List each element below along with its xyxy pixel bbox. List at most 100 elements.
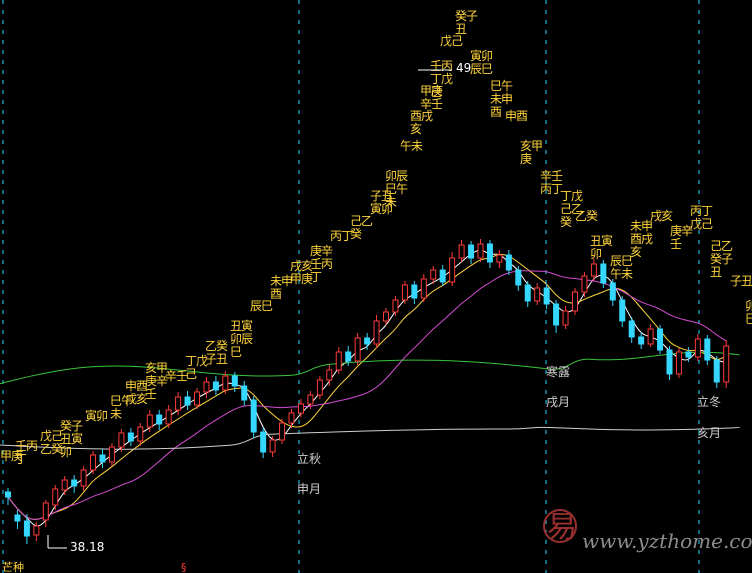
candle-body [231,375,238,387]
candle-body [23,520,30,537]
ganzhi-label: 丁 [310,270,322,284]
candle-body [581,275,588,293]
ganzhi-label: 卯 [481,49,493,63]
candle-body [127,432,134,442]
ganzhi-label: 卯 [590,247,602,261]
candle-body [638,336,645,345]
candle-body [704,338,711,361]
ganzhi-label: 甲 [531,139,543,153]
candle-body [108,446,115,463]
candle-body [90,454,97,471]
candle-body [609,282,616,301]
ganzhi-label: 丙 [321,257,333,271]
candle-body [675,351,682,375]
candle-body [33,525,40,536]
ganzhi-label: 巳 [745,312,752,326]
ganzhi-label: 壬 [551,169,563,183]
candle-body [42,502,49,521]
candle-body [99,454,106,463]
candle-body [543,287,550,305]
candle-body [241,385,248,401]
candle-body [477,243,484,259]
ganzhi-label: 丑 [216,352,228,366]
candle-body [713,359,720,383]
candle-body [534,287,541,302]
ganzhi-label: 癸 [216,339,228,353]
candle-body [345,351,352,362]
candle-body [80,469,87,487]
candle-body [222,375,229,391]
high-price-label: 49 [456,61,471,75]
ganzhi-label: 卯 [96,409,108,423]
candle-body [279,422,286,441]
ganzhi-label: 申 [501,92,513,106]
ganzhi-label: 寅 [71,431,83,446]
solar-term-label: 寒露 [546,364,570,379]
watermark-logo-text: 易 [547,510,577,545]
candle-body [194,391,200,406]
ganzhi-label: 寅 [241,318,253,333]
candle-body [468,244,475,259]
candle-body [184,396,191,406]
candle-body [590,263,597,277]
ganzhi-label: 亥 [410,122,422,136]
ganzhi-label: 戊 [571,189,583,203]
candle-body [628,320,635,338]
ganzhi-label: 子 [721,252,733,266]
ganzhi-label: 癸 [586,209,598,223]
candle-body [354,337,361,362]
candle-body [71,479,78,487]
candle-body [52,488,59,506]
ganzhi-label: 酉 [270,287,282,301]
candle-body [647,328,654,345]
ganzhi-label: 己 [185,367,197,381]
candle-body [496,254,503,263]
month-label: 申月 [297,482,321,496]
candle-body [326,369,333,381]
candle-body [165,409,172,425]
low-price-label: 38.18 [70,540,104,554]
candle-body [524,284,531,302]
candle-body [401,284,408,301]
candle-body [61,479,68,491]
ganzhi-label: 卯 [745,299,752,313]
ganzhi-label: 丙 [441,59,453,73]
candle-body [297,403,304,414]
candle-body [562,310,569,326]
ganzhi-label: 午 [501,79,513,93]
candle-body [316,379,323,396]
ganzhi-label: 卯 [60,445,72,459]
ganzhi-label: 巳 [230,345,242,359]
solar-term-label: 立冬 [697,394,721,409]
ganzhi-label: 癸 [350,227,362,241]
candle-body [212,381,219,391]
month-label: 戌月 [546,395,570,409]
candle-body [373,320,380,345]
candle-body [723,345,730,383]
ganzhi-label: 戊 [441,72,453,86]
ganzhi-label: 庚 [520,151,532,166]
ganzhi-label: 子 [466,9,478,23]
ganzhi-label: 己 [430,85,442,99]
solar-term-label: 立秋 [297,451,321,466]
candle-body [666,349,673,375]
candle-body [307,394,314,405]
ganzhi-label: 戌 [641,232,653,246]
ganzhi-label: 未 [385,195,397,209]
candle-body [383,311,389,322]
candle-body [118,432,125,448]
candle-body [250,399,257,433]
ganzhi-label: 子 [71,419,83,433]
ganzhi-label: 未 [411,139,423,153]
candle-body [694,338,701,358]
candle-body [411,284,418,299]
ganzhi-label: 辰 [241,332,253,346]
ganzhi-label: 丁 [701,204,713,218]
candle-body [685,351,692,358]
bottom-mark: § [181,561,187,573]
candle-body [364,337,371,345]
ganzhi-label: 酉 [516,109,528,123]
ganzhi-label: 丁 [15,452,27,466]
chart-stage: 甲庚壬丙丁戊己乙癸癸子丑寅卯寅卯巳午未申酉戌亥亥甲庚辛壬辛壬丁戊己乙癸子丑丑寅卯… [0,0,752,573]
ganzhi-label: 亥 [661,209,673,223]
